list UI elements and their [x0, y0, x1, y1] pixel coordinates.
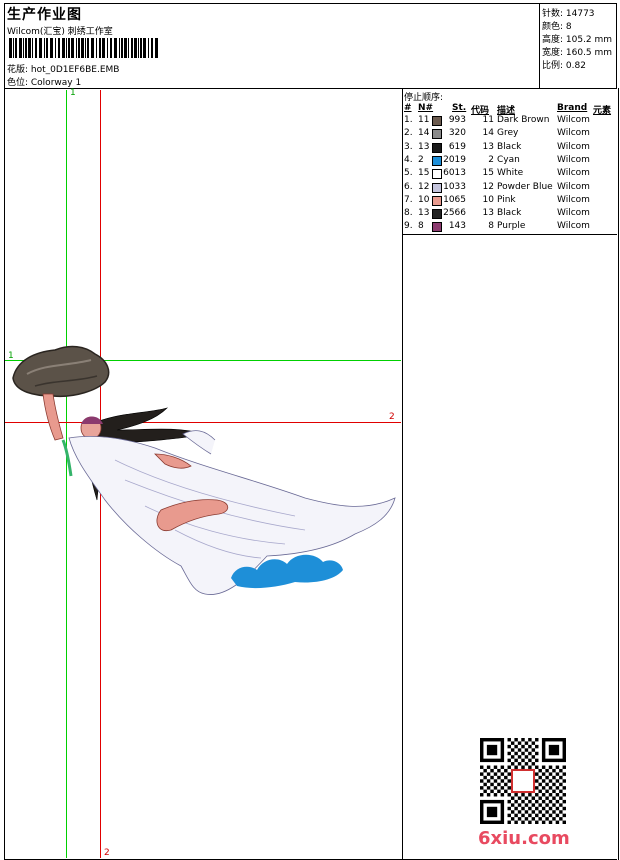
row-stitches: 993 — [448, 115, 466, 125]
row-stitches: 619 — [448, 141, 466, 152]
row-brand: Wilcom — [557, 194, 590, 205]
row-stitches: 1033 — [443, 181, 466, 192]
row-description: Grey — [497, 128, 519, 139]
green-v-label: 1 — [70, 88, 76, 98]
row-brand: Wilcom — [557, 115, 590, 125]
color-swatch — [432, 142, 442, 153]
row-needle: 15 — [418, 168, 430, 179]
table-row: 1. 11 993 11 Dark Brown Wilcom — [404, 115, 616, 128]
table-row: 2. 14 320 14 Grey Wilcom — [404, 128, 616, 141]
row-stitches: 143 — [448, 221, 466, 232]
row-index: 6. — [404, 181, 413, 192]
row-needle: 12 — [418, 181, 430, 192]
color-swatch — [432, 222, 442, 233]
row-needle: 14 — [418, 128, 430, 139]
table-row: 5. 15 6013 15 White Wilcom — [404, 168, 616, 181]
color-swatch — [432, 209, 442, 220]
barcode-icon — [9, 38, 158, 58]
row-stitches: 2566 — [443, 208, 466, 219]
col-header-stitches: St. — [452, 103, 467, 113]
stat-scale: 比例: 0.82 — [542, 61, 586, 71]
row-description: Powder Blue — [497, 181, 553, 192]
row-stitches: 320 — [448, 128, 466, 139]
colorway-label: 色位: Colorway 1 — [7, 78, 82, 88]
row-description: White — [497, 168, 524, 179]
company-name: Wilcom(汇宝) 刺绣工作室 — [7, 27, 113, 37]
red-v-label: 2 — [104, 848, 110, 858]
row-index: 5. — [404, 168, 413, 179]
col-header-brand: Brand — [557, 103, 588, 113]
col-header-needle: N# — [418, 103, 434, 113]
stat-stitches: 针数: 14773 — [542, 9, 595, 19]
row-description: Purple — [497, 221, 526, 232]
row-code: 14 — [482, 128, 494, 139]
color-swatch — [432, 129, 442, 140]
row-brand: Wilcom — [557, 208, 590, 219]
row-needle: 13 — [418, 141, 430, 152]
row-code: 12 — [482, 181, 494, 192]
row-code: 13 — [482, 208, 494, 219]
row-needle: 8 — [418, 221, 424, 232]
row-brand: Wilcom — [557, 168, 590, 179]
row-index: 2. — [404, 128, 413, 139]
row-needle: 11 — [418, 115, 430, 125]
qr-code-icon — [480, 738, 566, 824]
table-row: 6. 12 1033 12 Powder Blue Wilcom — [404, 182, 616, 195]
row-stitches: 1065 — [443, 194, 466, 205]
row-stitches: 6013 — [443, 168, 466, 179]
row-brand: Wilcom — [557, 221, 590, 232]
row-description: Cyan — [497, 154, 520, 165]
row-stitches: 2019 — [443, 154, 466, 165]
table-row: 9. 8 143 8 Purple Wilcom — [404, 221, 616, 234]
table-row: 4. 2 2019 2 Cyan Wilcom — [404, 155, 616, 168]
row-description: Pink — [497, 194, 516, 205]
row-code: 2 — [488, 154, 494, 165]
table-row: 8. 13 2566 13 Black Wilcom — [404, 208, 616, 221]
row-index: 9. — [404, 221, 413, 232]
embroidery-design-preview — [12, 345, 396, 595]
row-needle: 13 — [418, 208, 430, 219]
row-code: 8 — [488, 221, 494, 232]
row-needle: 2 — [418, 154, 424, 165]
table-row: 7. 10 1065 10 Pink Wilcom — [404, 195, 616, 208]
stat-colors: 颜色: 8 — [542, 22, 572, 32]
row-needle: 10 — [418, 194, 430, 205]
row-index: 1. — [404, 115, 413, 125]
col-header-index: # — [404, 103, 412, 113]
stat-width: 宽度: 160.5 mm — [542, 48, 613, 58]
sequence-title: 停止顺序: — [404, 93, 444, 103]
row-index: 3. — [404, 141, 413, 152]
row-index: 4. — [404, 154, 413, 165]
row-code: 15 — [482, 168, 494, 179]
row-code: 11 — [482, 115, 494, 125]
row-code: 13 — [482, 141, 494, 152]
row-brand: Wilcom — [557, 128, 590, 139]
row-code: 10 — [482, 194, 494, 205]
row-description: Dark Brown — [497, 115, 550, 125]
row-brand: Wilcom — [557, 141, 590, 152]
row-brand: Wilcom — [557, 154, 590, 165]
color-swatch — [432, 169, 442, 180]
header-divider — [539, 3, 540, 88]
stat-height: 高度: 105.2 mm — [542, 35, 613, 45]
design-filename: 花版: hot_0D1EF6BE.EMB — [7, 65, 120, 75]
color-swatch — [432, 155, 442, 166]
table-row: 3. 13 619 13 Black Wilcom — [404, 142, 616, 155]
row-brand: Wilcom — [557, 181, 590, 192]
page-title: 生产作业图 — [7, 7, 82, 23]
row-index: 8. — [404, 208, 413, 219]
color-swatch — [432, 195, 442, 206]
row-description: Black — [497, 141, 522, 152]
row-description: Black — [497, 208, 522, 219]
row-index: 7. — [404, 194, 413, 205]
color-swatch — [432, 182, 442, 193]
watermark-site: 6xiu.com — [478, 828, 570, 849]
color-swatch — [432, 116, 442, 126]
